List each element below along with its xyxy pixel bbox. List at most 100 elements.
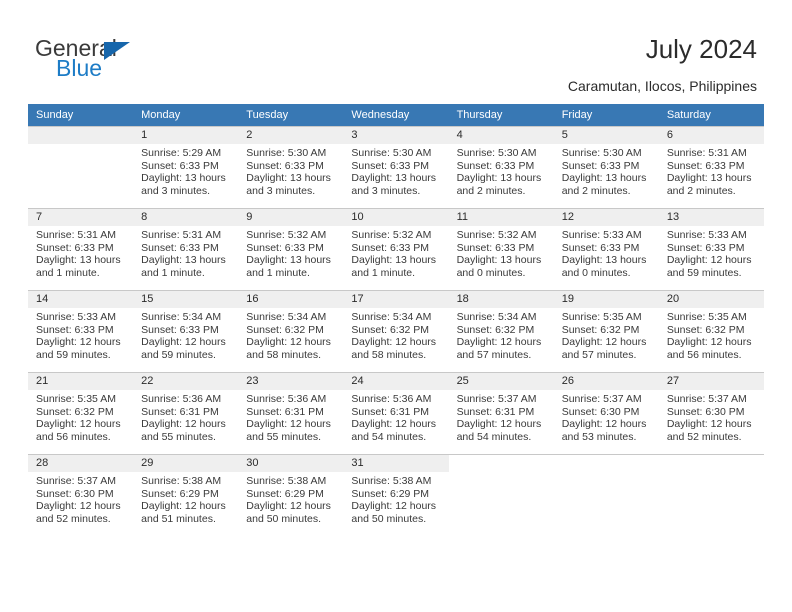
calendar-cell: 22 Sunrise: 5:36 AM Sunset: 6:31 PM Dayligh… <box>133 372 239 454</box>
calendar-day-cell[interactable]: 2 Sunrise: 5:30 AM Sunset: 6:33 PM Daylight… <box>238 126 344 208</box>
calendar-day-cell[interactable]: 3 Sunrise: 5:30 AM Sunset: 6:33 PM Daylight… <box>343 126 449 208</box>
sunset-text: Sunset: 6:31 PM <box>246 405 324 418</box>
calendar-cell: 3 Sunrise: 5:30 AM Sunset: 6:33 PM Daylight… <box>343 126 449 208</box>
daylight-text-line2: and 3 minutes. <box>351 184 421 197</box>
calendar-day-cell[interactable]: 22 Sunrise: 5:36 AM Sunset: 6:31 PM Dayligh… <box>133 372 239 454</box>
sunset-text: Sunset: 6:33 PM <box>36 241 114 254</box>
calendar-cell: 16 Sunrise: 5:34 AM Sunset: 6:32 PM Dayligh… <box>238 290 344 372</box>
sunset-text: Sunset: 6:32 PM <box>246 323 324 336</box>
day-number: 20 <box>658 291 764 308</box>
day-sun-details: Sunrise: 5:35 AM Sunset: 6:32 PM Daylight:… <box>659 308 764 361</box>
calendar-day-cell[interactable]: 4 Sunrise: 5:30 AM Sunset: 6:33 PM Daylight… <box>448 126 554 208</box>
sunrise-text: Sunrise: 5:30 AM <box>246 147 327 159</box>
daylight-text-line1: Daylight: 12 hours <box>36 418 121 431</box>
calendar-day-cell[interactable]: 5 Sunrise: 5:30 AM Sunset: 6:33 PM Daylight… <box>553 126 659 208</box>
daylight-text-line1: Daylight: 12 hours <box>456 336 542 349</box>
calendar-day-cell[interactable]: 6 Sunrise: 5:31 AM Sunset: 6:33 PM Daylight… <box>658 126 764 208</box>
calendar-cell: 4 Sunrise: 5:30 AM Sunset: 6:33 PM Daylight… <box>448 126 554 208</box>
calendar-day-cell[interactable]: 27 Sunrise: 5:37 AM Sunset: 6:30 PM Dayligh… <box>658 372 764 454</box>
calendar-day-cell[interactable]: 14 Sunrise: 5:33 AM Sunset: 6:33 PM Dayligh… <box>28 290 134 372</box>
calendar-day-cell[interactable]: 19 Sunrise: 5:35 AM Sunset: 6:32 PM Dayligh… <box>553 290 659 372</box>
day-sun-details: Sunrise: 5:29 AM Sunset: 6:33 PM Daylight:… <box>133 144 238 197</box>
daylight-text-line2: and 58 minutes. <box>351 348 427 361</box>
day-sun-details: Sunrise: 5:33 AM Sunset: 6:33 PM Daylight:… <box>659 226 764 279</box>
calendar-day-cell[interactable]: 23 Sunrise: 5:36 AM Sunset: 6:31 PM Dayligh… <box>238 372 344 454</box>
daylight-text-line2: and 2 minutes. <box>456 184 526 197</box>
calendar-day-cell[interactable]: 20 Sunrise: 5:35 AM Sunset: 6:32 PM Dayligh… <box>658 290 764 372</box>
day-number <box>554 455 659 472</box>
day-number: 27 <box>658 373 764 390</box>
calendar-day-cell[interactable]: 12 Sunrise: 5:33 AM Sunset: 6:33 PM Dayligh… <box>553 208 659 290</box>
calendar-cell: 6 Sunrise: 5:31 AM Sunset: 6:33 PM Daylight… <box>658 126 764 208</box>
day-number: 8 <box>133 209 239 226</box>
calendar-day-cell[interactable]: 9 Sunrise: 5:32 AM Sunset: 6:33 PM Daylight… <box>238 208 344 290</box>
calendar-day-cell[interactable]: 10 Sunrise: 5:32 AM Sunset: 6:33 PM Dayligh… <box>343 208 449 290</box>
day-number: 15 <box>133 291 239 308</box>
daylight-text-line1: Daylight: 13 hours <box>351 254 437 267</box>
calendar-cell: 19 Sunrise: 5:35 AM Sunset: 6:32 PM Dayligh… <box>553 290 659 372</box>
calendar-day-cell[interactable]: 7 Sunrise: 5:31 AM Sunset: 6:33 PM Daylight… <box>28 208 134 290</box>
daylight-text-line1: Daylight: 12 hours <box>456 418 542 431</box>
day-sun-details: Sunrise: 5:30 AM Sunset: 6:33 PM Daylight:… <box>238 144 343 197</box>
daylight-text-line2: and 53 minutes. <box>561 430 637 443</box>
daylight-text-line2: and 0 minutes. <box>456 266 526 279</box>
calendar-day-cell[interactable]: 13 Sunrise: 5:33 AM Sunset: 6:33 PM Dayligh… <box>658 208 764 290</box>
weekday-header-saturday: Saturday <box>658 104 764 126</box>
daylight-text-line1: Daylight: 13 hours <box>456 172 542 185</box>
calendar-day-cell[interactable]: 18 Sunrise: 5:34 AM Sunset: 6:32 PM Dayligh… <box>448 290 554 372</box>
calendar-cell: 26 Sunrise: 5:37 AM Sunset: 6:30 PM Dayligh… <box>553 372 659 454</box>
day-sun-details: Sunrise: 5:37 AM Sunset: 6:30 PM Daylight:… <box>554 390 659 443</box>
daylight-text-line1: Daylight: 12 hours <box>561 336 647 349</box>
sunset-text: Sunset: 6:29 PM <box>141 487 219 500</box>
calendar-day-cell[interactable]: 11 Sunrise: 5:32 AM Sunset: 6:33 PM Dayligh… <box>448 208 554 290</box>
day-sun-details: Sunrise: 5:31 AM Sunset: 6:33 PM Daylight:… <box>28 226 133 279</box>
sunrise-text: Sunrise: 5:37 AM <box>561 393 642 405</box>
day-sun-details: Sunrise: 5:35 AM Sunset: 6:32 PM Daylight:… <box>554 308 659 361</box>
calendar-day-cell[interactable]: 25 Sunrise: 5:37 AM Sunset: 6:31 PM Dayligh… <box>448 372 554 454</box>
calendar-cell <box>448 454 554 536</box>
sunrise-text: Sunrise: 5:32 AM <box>351 229 432 241</box>
calendar-day-cell[interactable]: 24 Sunrise: 5:36 AM Sunset: 6:31 PM Dayligh… <box>343 372 449 454</box>
day-number <box>659 455 764 472</box>
sunset-text: Sunset: 6:33 PM <box>141 159 219 172</box>
daylight-text-line2: and 51 minutes. <box>141 512 216 525</box>
calendar-day-cell[interactable]: 1 Sunrise: 5:29 AM Sunset: 6:33 PM Daylight… <box>133 126 239 208</box>
calendar-day-cell[interactable]: 15 Sunrise: 5:34 AM Sunset: 6:33 PM Dayligh… <box>133 290 239 372</box>
calendar-day-cell[interactable]: 21 Sunrise: 5:35 AM Sunset: 6:32 PM Dayligh… <box>28 372 134 454</box>
day-number <box>28 127 134 144</box>
page-header: General Blue July 2024 Caramutan, Ilocos… <box>0 0 792 104</box>
calendar-cell: 7 Sunrise: 5:31 AM Sunset: 6:33 PM Daylight… <box>28 208 134 290</box>
daylight-text-line2: and 52 minutes. <box>666 430 742 443</box>
day-number: 11 <box>448 209 554 226</box>
daylight-text-line2: and 57 minutes. <box>456 348 532 361</box>
calendar-day-cell[interactable]: 16 Sunrise: 5:34 AM Sunset: 6:32 PM Dayligh… <box>238 290 344 372</box>
day-sun-details: Sunrise: 5:32 AM Sunset: 6:33 PM Daylight:… <box>343 226 448 279</box>
sunrise-text: Sunrise: 5:32 AM <box>246 229 327 241</box>
sunset-text: Sunset: 6:32 PM <box>36 405 114 418</box>
calendar-cell: 9 Sunrise: 5:32 AM Sunset: 6:33 PM Daylight… <box>238 208 344 290</box>
sunrise-text: Sunrise: 5:33 AM <box>666 229 747 241</box>
calendar-day-cell[interactable]: 31 Sunrise: 5:38 AM Sunset: 6:29 PM Dayligh… <box>343 454 449 536</box>
calendar-day-cell[interactable]: 30 Sunrise: 5:38 AM Sunset: 6:29 PM Dayligh… <box>238 454 344 536</box>
sunset-text: Sunset: 6:33 PM <box>141 241 219 254</box>
calendar-week-row: 21 Sunrise: 5:35 AM Sunset: 6:32 PM Dayligh… <box>28 372 764 454</box>
generalblue-logo[interactable]: General Blue <box>35 36 215 84</box>
calendar-day-cell[interactable]: 8 Sunrise: 5:31 AM Sunset: 6:33 PM Daylight… <box>133 208 239 290</box>
calendar-page: General Blue July 2024 Caramutan, Ilocos… <box>0 0 792 612</box>
calendar-day-cell[interactable]: 29 Sunrise: 5:38 AM Sunset: 6:29 PM Dayligh… <box>133 454 239 536</box>
daylight-text-line2: and 2 minutes. <box>666 184 736 197</box>
calendar-day-cell[interactable]: 17 Sunrise: 5:34 AM Sunset: 6:32 PM Dayligh… <box>343 290 449 372</box>
sunrise-text: Sunrise: 5:37 AM <box>456 393 537 405</box>
calendar-day-cell[interactable]: 26 Sunrise: 5:37 AM Sunset: 6:30 PM Dayligh… <box>553 372 659 454</box>
day-sun-details: Sunrise: 5:36 AM Sunset: 6:31 PM Daylight:… <box>238 390 343 443</box>
day-sun-details: Sunrise: 5:36 AM Sunset: 6:31 PM Daylight:… <box>133 390 238 443</box>
day-sun-details: Sunrise: 5:31 AM Sunset: 6:33 PM Daylight:… <box>133 226 238 279</box>
calendar-cell: 8 Sunrise: 5:31 AM Sunset: 6:33 PM Daylight… <box>133 208 239 290</box>
sunrise-text: Sunrise: 5:33 AM <box>36 311 116 323</box>
day-number: 9 <box>238 209 344 226</box>
daylight-text-line1: Daylight: 12 hours <box>141 500 226 513</box>
calendar-day-cell[interactable]: 28 Sunrise: 5:37 AM Sunset: 6:30 PM Dayligh… <box>28 454 134 536</box>
day-sun-details: Sunrise: 5:30 AM Sunset: 6:33 PM Daylight:… <box>449 144 554 197</box>
sunrise-text: Sunrise: 5:38 AM <box>351 475 432 487</box>
calendar-cell: 28 Sunrise: 5:37 AM Sunset: 6:30 PM Dayligh… <box>28 454 134 536</box>
